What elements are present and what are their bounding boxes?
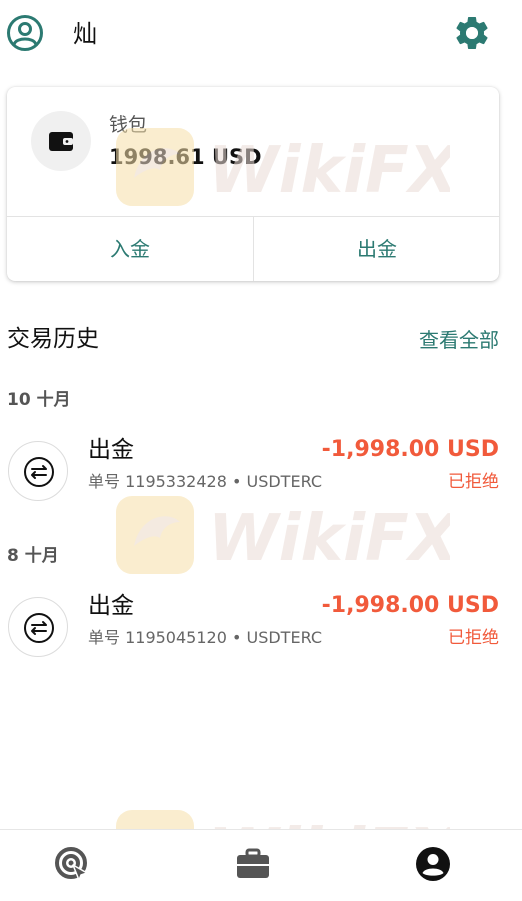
- transaction-type: 出金: [88, 593, 134, 619]
- wallet-icon-badge: [31, 111, 91, 171]
- transaction-amount: -1,998.00 USD: [321, 437, 499, 462]
- transfer-arrows-icon: [24, 613, 54, 643]
- account-circle-outline-icon: [7, 15, 43, 51]
- transaction-history-title: 交易历史: [7, 326, 99, 352]
- transaction-status: 已拒绝: [448, 472, 499, 492]
- bottom-navigation: [0, 829, 522, 901]
- date-group-label: 10 十月: [7, 390, 71, 410]
- transaction-icon-badge: [8, 597, 68, 657]
- watermark-text: WikiFX: [208, 502, 450, 576]
- wallet-icon: [49, 132, 73, 151]
- withdraw-button[interactable]: 出金: [254, 217, 499, 281]
- transaction-order-info: 单号 1195045120 • USDTERC: [88, 628, 323, 647]
- briefcase-icon: [237, 848, 269, 878]
- wallet-balance: 1998.61 USD: [109, 145, 262, 169]
- nav-account-button[interactable]: [411, 842, 455, 886]
- transfer-arrows-icon: [24, 457, 54, 487]
- transaction-row[interactable]: 出金 单号 1195332428 • USDTERC -1,998.00 USD…: [0, 431, 522, 511]
- wallet-card: 钱包 1998.61 USD 入金 出金: [7, 87, 499, 281]
- transaction-icon-badge: [8, 441, 68, 501]
- gear-icon: [456, 16, 488, 49]
- user-name: 灿: [73, 20, 97, 48]
- top-app-bar: 灿: [0, 0, 522, 70]
- settings-button[interactable]: [452, 13, 492, 53]
- account-circle-icon: [416, 847, 450, 881]
- transaction-type: 出金: [88, 437, 134, 463]
- transaction-amount: -1,998.00 USD: [321, 593, 499, 618]
- nav-explore-button[interactable]: [50, 842, 94, 886]
- transaction-status: 已拒绝: [448, 628, 499, 648]
- date-group-label: 8 十月: [7, 546, 59, 566]
- profile-avatar-button[interactable]: [6, 14, 44, 52]
- nav-portfolio-button[interactable]: [231, 842, 275, 886]
- transaction-order-info: 单号 1195332428 • USDTERC: [88, 472, 323, 491]
- view-all-link[interactable]: 查看全部: [419, 327, 499, 353]
- transaction-row[interactable]: 出金 单号 1195045120 • USDTERC -1,998.00 USD…: [0, 587, 522, 667]
- wallet-label: 钱包: [109, 114, 148, 136]
- deposit-button[interactable]: 入金: [7, 217, 253, 281]
- explore-target-icon: [55, 847, 88, 881]
